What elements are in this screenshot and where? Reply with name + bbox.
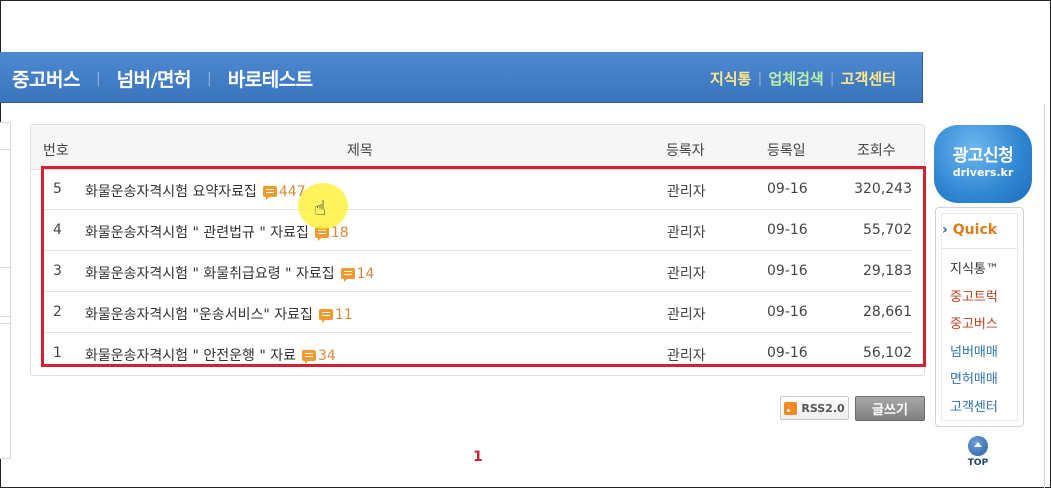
row-title[interactable]: 화물운송자격시험 " 안전운행 " 자료 bbox=[85, 348, 296, 364]
main-nav-left: 중고버스 | 넘버/면허 | 바로테스트 bbox=[12, 65, 313, 92]
quick-link-customer-center[interactable]: 고객센터 bbox=[950, 396, 998, 415]
row-writer: 관리자 bbox=[667, 266, 706, 282]
arrow-up-icon bbox=[968, 436, 988, 456]
row-writer: 관리자 bbox=[667, 307, 706, 323]
row-title-link[interactable]: 화물운송자격시험 요약자료집 447 bbox=[85, 181, 306, 201]
row-date: 09-16 bbox=[767, 181, 808, 197]
rss-icon bbox=[784, 401, 798, 415]
row-views: 56,102 bbox=[863, 345, 912, 361]
rss-button[interactable]: RSS2.0 bbox=[780, 396, 849, 420]
comment-count: 18 bbox=[330, 225, 349, 241]
row-title-link[interactable]: 화물운송자격시험 " 안전운행 " 자료 34 bbox=[85, 345, 336, 365]
header-views: 조회수 bbox=[857, 143, 896, 159]
write-button[interactable]: 글쓰기 bbox=[855, 396, 925, 421]
quick-title-label: Quick bbox=[952, 222, 998, 238]
comment-count: 14 bbox=[356, 266, 375, 282]
nav-separator: | bbox=[95, 70, 101, 87]
quick-link-number-trade[interactable]: 넘버매매 bbox=[950, 341, 998, 360]
quick-link-used-truck[interactable]: 중고트럭 bbox=[950, 286, 998, 305]
comment-count: 11 bbox=[334, 307, 353, 323]
divider bbox=[0, 316, 10, 317]
comment-count: 34 bbox=[318, 348, 336, 364]
row-title-link[interactable]: 화물운송자격시험 " 화물취급요령 " 자료집 14 bbox=[85, 263, 374, 283]
row-title-link[interactable]: 화물운송자격시험 "운송서비스" 자료집 11 bbox=[85, 304, 353, 324]
nav-separator: | bbox=[829, 70, 835, 87]
board-header-row: 번호 제목 등록자 등록일 조회수 bbox=[31, 125, 924, 170]
row-views: 28,661 bbox=[863, 304, 912, 320]
row-number: 1 bbox=[53, 345, 62, 361]
table-row: 5 화물운송자격시험 요약자료집 447 관리자 09-16 320,243 bbox=[31, 169, 924, 210]
hand-cursor-icon: ☝ bbox=[314, 196, 327, 220]
header-title: 제목 bbox=[347, 143, 373, 159]
table-row: 4 화물운송자격시험 " 관련법규 " 자료집 18 관리자 09-16 55,7… bbox=[31, 210, 924, 251]
ad-request-badge[interactable]: 광고신청 drivers.kr bbox=[934, 125, 1032, 203]
table-row: 2 화물운송자격시험 "운송서비스" 자료집 11 관리자 09-16 28,66… bbox=[31, 292, 924, 333]
comment-icon bbox=[318, 309, 333, 323]
row-writer: 관리자 bbox=[667, 225, 706, 241]
row-views: 55,702 bbox=[863, 222, 912, 238]
top-label: TOP bbox=[967, 458, 989, 468]
main-nav-bar: 중고버스 | 넘버/면허 | 바로테스트 지식통 | 업체검색 | 고객센터 bbox=[0, 52, 923, 103]
row-number: 5 bbox=[53, 181, 62, 197]
row-number: 2 bbox=[53, 304, 62, 320]
rss-label: RSS2.0 bbox=[801, 401, 845, 415]
header-writer: 등록자 bbox=[666, 143, 705, 159]
scroll-top-button[interactable]: TOP bbox=[965, 436, 991, 468]
comment-icon bbox=[340, 268, 355, 282]
nav-number-license[interactable]: 넘버/면허 bbox=[117, 65, 192, 92]
row-title[interactable]: 화물운송자격시험 요약자료집 bbox=[85, 184, 257, 200]
quick-link-knowledge[interactable]: 지식통™ bbox=[950, 258, 999, 277]
row-title[interactable]: 화물운송자격시험 " 화물취급요령 " 자료집 bbox=[85, 266, 335, 282]
ad-domain: drivers.kr bbox=[952, 166, 1014, 179]
board-table: 번호 제목 등록자 등록일 조회수 5 화물운송자격시험 요약자료집 447 관리… bbox=[30, 124, 925, 376]
divider bbox=[0, 267, 10, 268]
nav-company-search[interactable]: 업체검색 bbox=[768, 68, 823, 89]
nav-separator: | bbox=[207, 70, 212, 87]
row-number: 4 bbox=[53, 222, 62, 238]
row-views: 320,243 bbox=[854, 181, 912, 197]
row-title[interactable]: 화물운송자격시험 " 관련법규 " 자료집 bbox=[85, 225, 309, 241]
row-writer: 관리자 bbox=[667, 184, 706, 200]
row-views: 29,183 bbox=[863, 263, 912, 279]
nav-customer-center[interactable]: 고객센터 bbox=[841, 68, 896, 89]
row-date: 09-16 bbox=[767, 263, 808, 279]
quick-link-used-bus[interactable]: 중고버스 bbox=[950, 313, 998, 332]
nav-used-bus[interactable]: 중고버스 bbox=[12, 65, 80, 92]
nav-separator: | bbox=[757, 70, 763, 87]
ad-title: 광고신청 bbox=[952, 146, 1014, 166]
header-date: 등록일 bbox=[767, 143, 806, 159]
table-row: 1 화물운송자격시험 " 안전운행 " 자료 34 관리자 09-16 56,10… bbox=[31, 333, 924, 374]
row-writer: 관리자 bbox=[667, 348, 706, 364]
left-panel-edge bbox=[0, 122, 11, 459]
pagination-current[interactable]: 1 bbox=[473, 449, 483, 465]
comment-icon bbox=[302, 350, 316, 364]
row-date: 09-16 bbox=[767, 345, 808, 361]
table-row: 3 화물운송자격시험 " 화물취급요령 " 자료집 14 관리자 09-16 29… bbox=[31, 251, 924, 292]
divider bbox=[1044, 104, 1045, 488]
nav-baro-test[interactable]: 바로테스트 bbox=[228, 65, 313, 92]
comment-icon bbox=[262, 186, 277, 200]
row-date: 09-16 bbox=[767, 222, 808, 238]
header-no: 번호 bbox=[43, 143, 69, 159]
divider bbox=[942, 248, 1017, 249]
quick-menu: › Quick 지식통™ 중고트럭 중고버스 넘버매매 면허매매 고객센터 bbox=[935, 207, 1024, 427]
row-date: 09-16 bbox=[767, 304, 808, 320]
quick-title: › Quick bbox=[942, 222, 997, 238]
divider bbox=[0, 149, 10, 150]
divider bbox=[0, 323, 10, 324]
nav-knowledge[interactable]: 지식통 bbox=[710, 68, 751, 89]
chevron-right-icon: › bbox=[942, 222, 948, 238]
main-nav-right: 지식통 | 업체검색 | 고객센터 bbox=[710, 68, 896, 89]
row-title[interactable]: 화물운송자격시험 "운송서비스" 자료집 bbox=[85, 307, 313, 323]
quick-link-license-trade[interactable]: 면허매매 bbox=[950, 368, 998, 387]
row-number: 3 bbox=[53, 263, 62, 279]
